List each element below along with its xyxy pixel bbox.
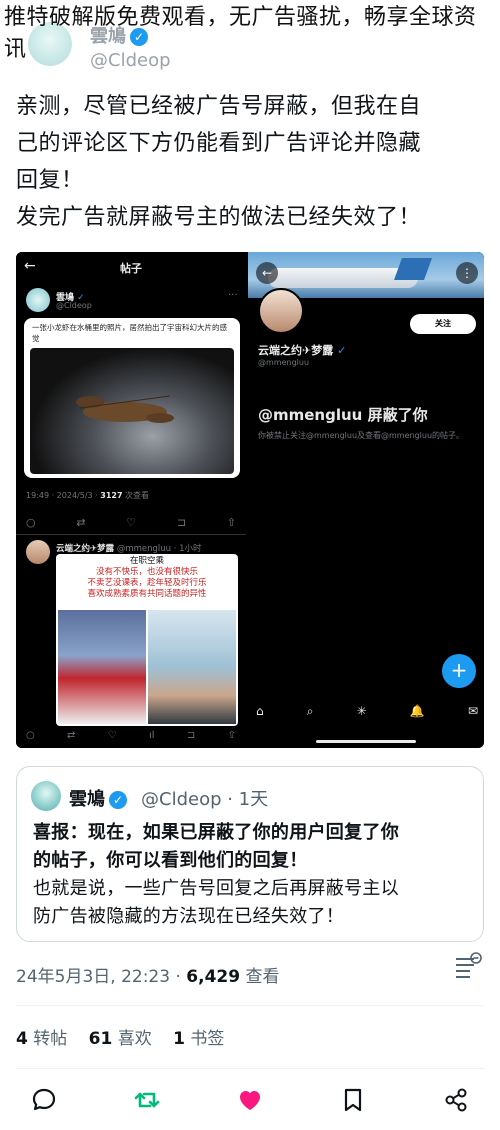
communities-icon: ✳ (356, 704, 367, 718)
bookmark-icon[interactable] (339, 1086, 367, 1114)
like-icon: ♡ (126, 516, 137, 529)
notifications-icon: 🔔 (409, 704, 425, 718)
post-line: 亲测，尽管已经被广告号屏蔽，但我在自 (16, 94, 422, 119)
reply-image-card: 在职空乘 没有不快乐，也没有很快乐 不卖艺没课表，趁年轻及时行乐 喜欢成熟素质有… (56, 554, 238, 726)
more-icon: ⋮ (456, 262, 478, 284)
screenshot-topbar: ← 帖子 (16, 252, 246, 282)
profile-name: 云端之约✈梦露 ✓ (258, 344, 347, 357)
verified-icon: ✓ (337, 344, 347, 357)
divider (16, 534, 246, 535)
stats-icon: ıl (149, 730, 155, 741)
quote-line: 的帖子，你可以看到他们的回复！ (33, 850, 308, 871)
quote-author-name: 雲鳩 ✓ (69, 785, 127, 811)
avatar (26, 288, 50, 312)
bottom-nav: ⌂ ⌕ ✳ 🔔 ✉ (256, 704, 478, 719)
share-icon: ⇧ (227, 730, 236, 741)
airplane-tail (393, 258, 433, 280)
quote-text: 喜报：现在，如果已屏蔽了你的用户回复了你 的帖子，你可以看到他们的回复！ 也就是… (33, 819, 473, 931)
right-screenshot: ← ⋮ 关注 云端之约✈梦露 ✓ @mmengluu @mmengluu 屏蔽了… (248, 252, 484, 748)
search-icon: ⌕ (306, 704, 314, 718)
more-icon: ··· (228, 290, 238, 301)
lobster-photo (30, 348, 234, 474)
bookmark-icon: ⊐ (186, 730, 196, 741)
like-icon: ♡ (107, 730, 117, 741)
reply-author: 云端之约✈梦露 @mmengluu · 1小时 (56, 544, 202, 554)
avatar (258, 288, 304, 334)
screenshot-card-text: 一张小龙虾在水桶里的照片，居然拍出了宇宙科幻大片的感觉 (32, 323, 227, 343)
retweet-icon: ⇄ (67, 730, 76, 741)
like-icon[interactable] (236, 1086, 264, 1114)
retweet-count[interactable]: 4 转帖 (16, 1029, 67, 1049)
like-count[interactable]: 61 喜欢 (89, 1029, 152, 1049)
bookmark-count[interactable]: 1 书签 (173, 1029, 224, 1049)
flight-attendant-photo (58, 610, 146, 724)
attached-image[interactable]: ← 帖子 雲鳩 ✓ @Cldeop ··· 一张小龙虾在水桶里的照片，居然拍出了… (16, 252, 484, 748)
post-timestamp[interactable]: 24年5月3日, 22:23 · 6,429 查看 (16, 962, 279, 987)
quote-line: 喜报：现在，如果已屏蔽了你的用户回复了你 (33, 822, 399, 843)
stats-icon[interactable] (450, 950, 484, 984)
screenshot-quoted-card: 一张小龙虾在水桶里的照片，居然拍出了宇宙科幻大片的感觉 (24, 318, 240, 478)
avatar[interactable] (31, 781, 61, 811)
reply-icon: ○ (26, 516, 36, 529)
post-line: 己的评论区下方仍能看到广告评论并隐藏 (16, 131, 422, 156)
quote-author-handle: @Cldeop · 1天 (141, 789, 269, 810)
pool-photo (148, 610, 236, 724)
profile-handle: @mmengluu (258, 358, 310, 367)
divider (16, 1068, 484, 1069)
bookmark-icon: ⊐ (176, 516, 187, 529)
overlay-title: 推特破解版免费观看，无广告骚扰，畅享全球资讯 (4, 5, 477, 62)
left-screenshot: ← 帖子 雲鳩 ✓ @Cldeop ··· 一张小龙虾在水桶里的照片，居然拍出了… (16, 252, 246, 748)
compose-fab: + (442, 654, 476, 688)
screenshot-author-handle: @Cldeop (56, 301, 92, 310)
reply-card-text: 在职空乘 没有不快乐，也没有很快乐 不卖艺没课表，趁年轻及时行乐 喜欢成熟素质有… (87, 556, 207, 599)
quote-line: 也就是说，一些广告号回复之后再屏蔽号主以 (33, 878, 399, 899)
home-indicator (316, 740, 416, 743)
reply-icon: ○ (26, 730, 35, 741)
engagement-counts: 4 转帖 61 喜欢 1 书签 (16, 1024, 240, 1049)
post-text: 亲测，尽管已经被广告号屏蔽，但我在自 己的评论区下方仍能看到广告评论并隐藏 回复… (16, 88, 490, 236)
reply-actions: ○ ⇄ ♡ ıl ⊐ ⇧ (26, 730, 236, 741)
share-icon[interactable] (442, 1086, 470, 1114)
share-icon: ⇧ (226, 516, 236, 529)
blocked-description: 你被禁止关注@mmengluu及查看@mmengluu的帖子。 (258, 431, 465, 440)
screenshot-actions: ○ ⇄ ♡ ⊐ ⇧ (26, 516, 236, 529)
action-bar (30, 1082, 470, 1118)
post-line: 回复！ (16, 168, 84, 193)
avatar (26, 540, 50, 564)
lobster-shape (76, 395, 174, 423)
back-arrow-icon: ← (256, 262, 278, 284)
quote-line: 防广告被隐藏的方法现在已经失效了！ (33, 906, 345, 927)
follow-button: 关注 (410, 314, 476, 334)
blocked-title: @mmengluu 屏蔽了你 (258, 406, 428, 424)
retweet-icon[interactable] (133, 1086, 161, 1114)
messages-icon: ✉ (467, 704, 478, 718)
quoted-tweet[interactable]: 雲鳩 ✓ @Cldeop · 1天 喜报：现在，如果已屏蔽了你的用户回复了你 的帖… (16, 766, 484, 942)
home-icon: ⌂ (256, 704, 264, 718)
post-line: 发完广告就屏蔽号主的做法已经失效了！ (16, 205, 422, 230)
retweet-icon: ⇄ (76, 516, 86, 529)
reply-icon[interactable] (30, 1086, 58, 1114)
screenshot-meta: 19:49 · 2024/5/3 · 3127 次查看 (26, 491, 150, 500)
screenshot-title: 帖子 (120, 262, 142, 275)
verified-icon: ✓ (109, 791, 127, 809)
divider (16, 1005, 484, 1006)
